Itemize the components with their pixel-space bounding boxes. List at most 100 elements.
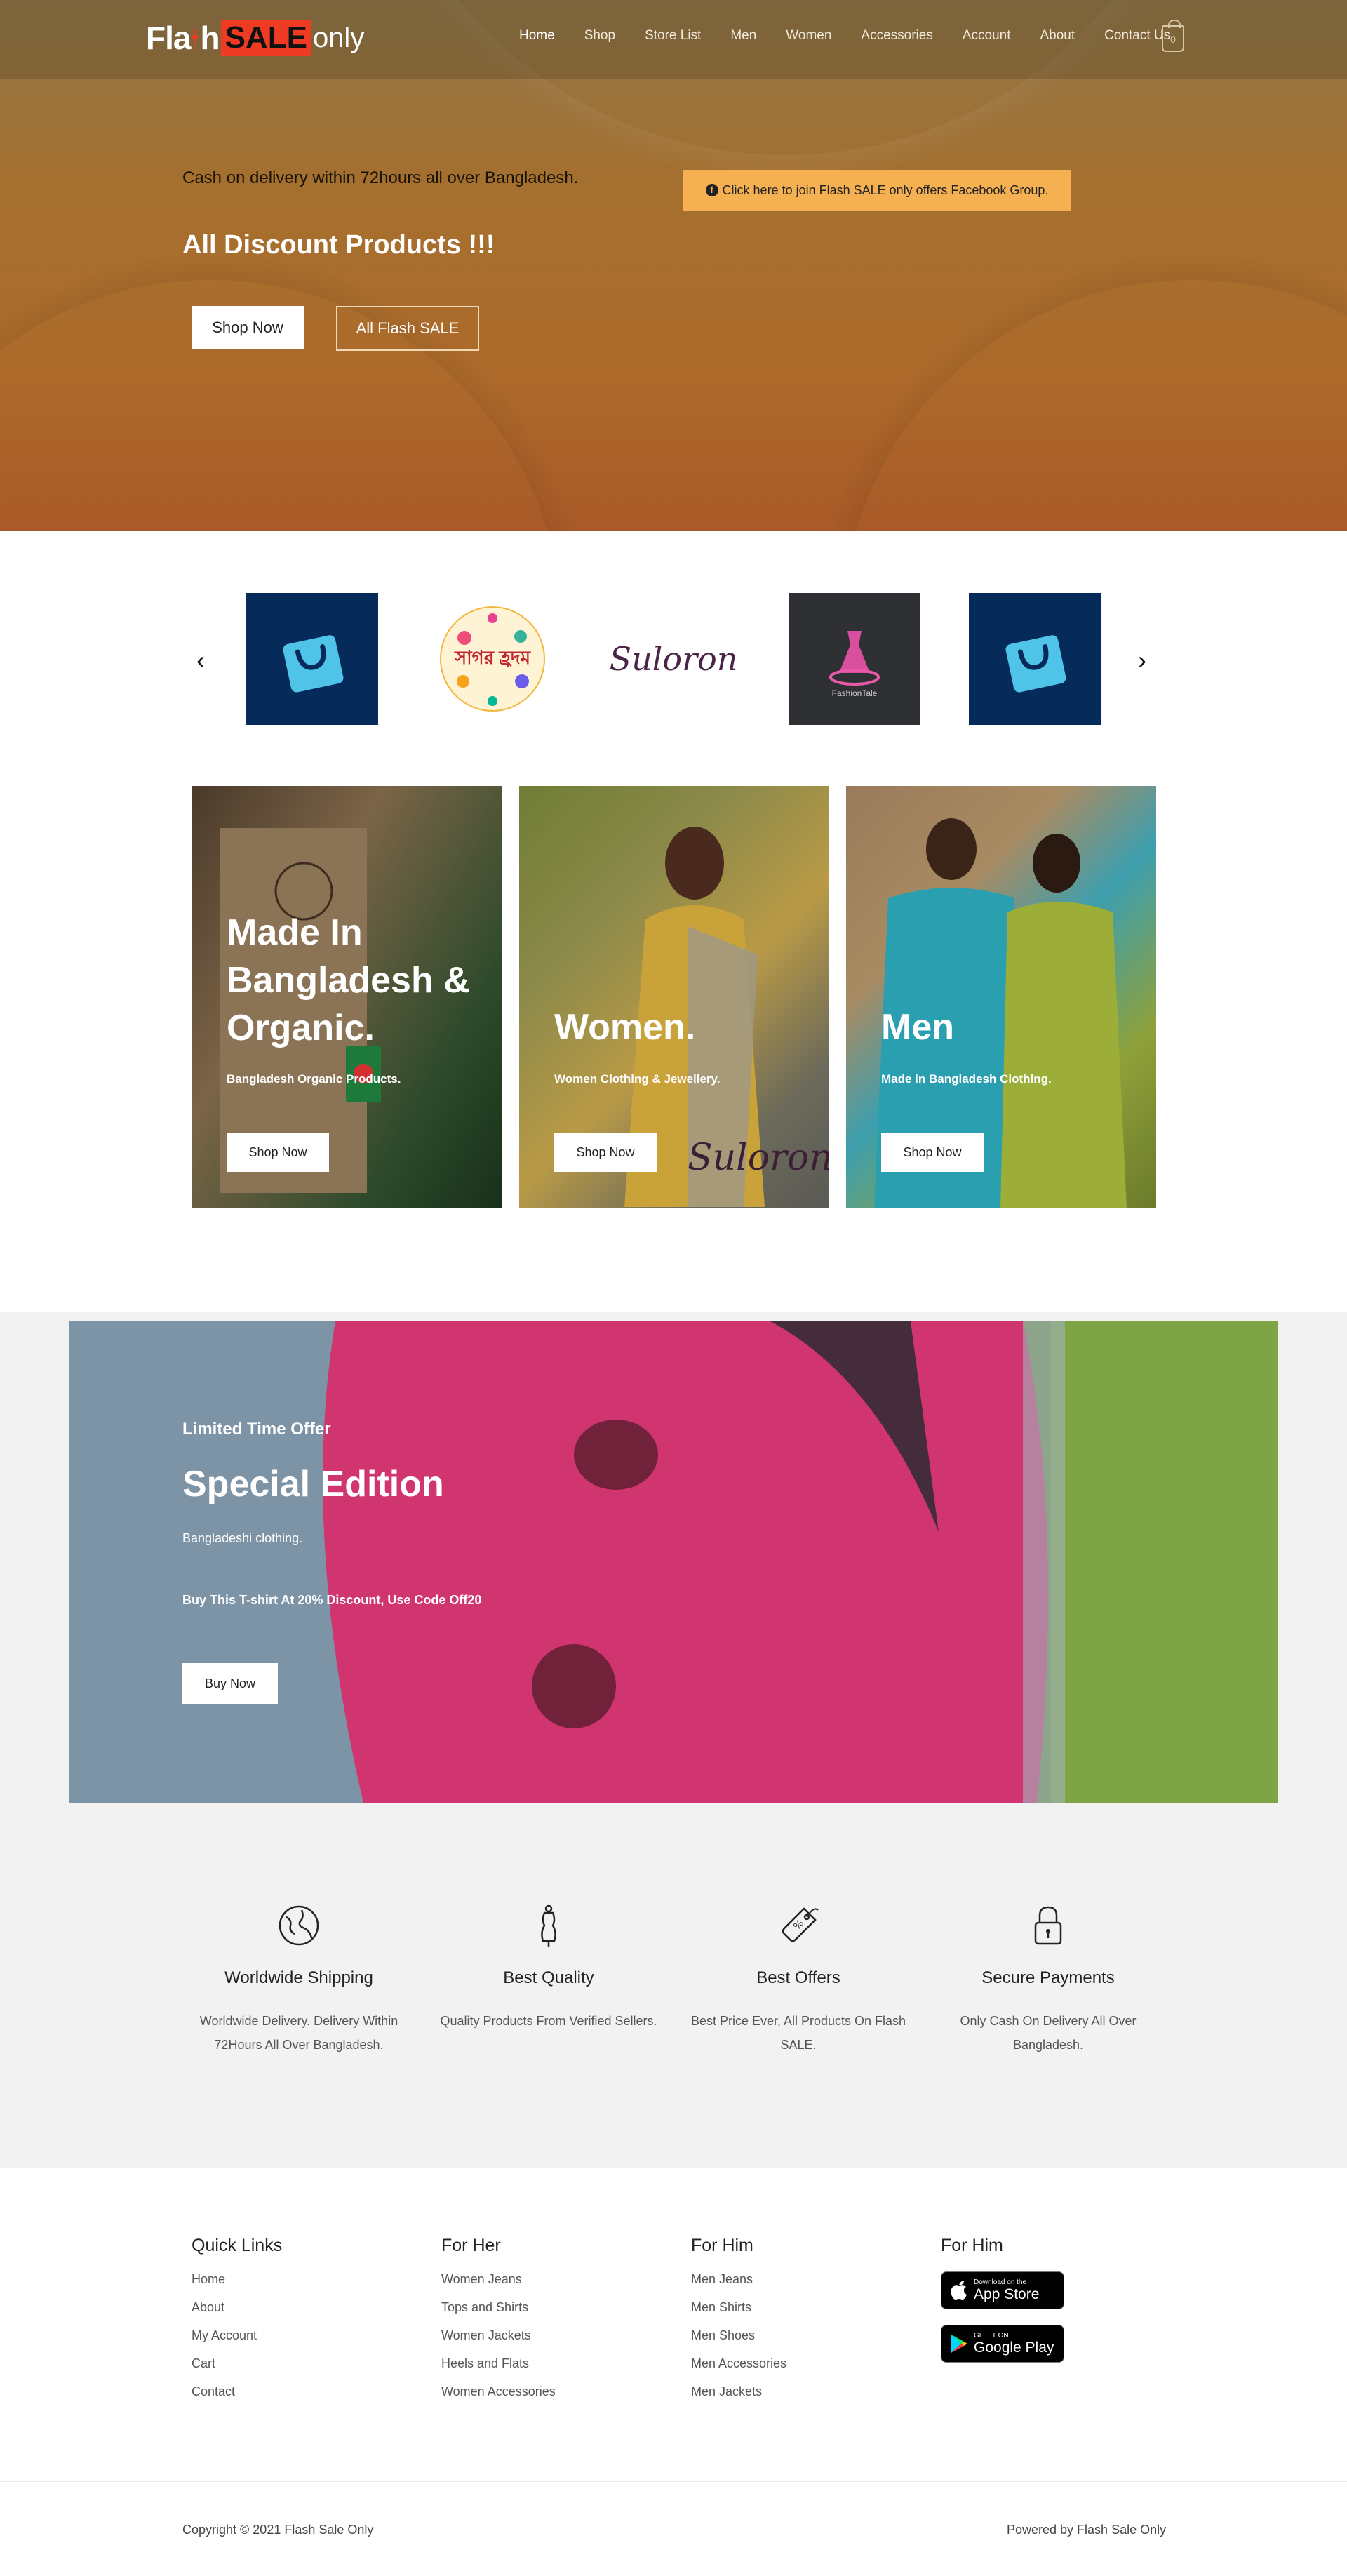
feature-title: Best Offers xyxy=(756,1968,840,1987)
shop-now-button[interactable]: Shop Now xyxy=(881,1133,984,1172)
facebook-group-banner[interactable]: f Click here to join Flash SALE only off… xyxy=(683,170,1071,211)
category-card-men[interactable]: Men Made in Bangladesh Clothing. Shop No… xyxy=(846,786,1156,1208)
card-subtitle: Bangladesh Organic Products. xyxy=(227,1072,401,1086)
nav-women[interactable]: Women xyxy=(786,28,831,44)
main-nav: Home Shop Store List Men Women Accessori… xyxy=(519,28,1200,44)
copyright-text: Copyright © 2021 Flash Sale Only xyxy=(182,2523,374,2537)
brand-shopping-bag-2[interactable] xyxy=(969,593,1101,725)
footer-for-him: For Him Men Jeans Men Shirts Men Shoes M… xyxy=(691,2236,786,2412)
card-subtitle: Women Clothing & Jewellery. xyxy=(554,1072,721,1086)
cart-icon[interactable]: 0 xyxy=(1162,20,1184,52)
feature-desc: Quality Products From Verified Sellers. xyxy=(440,2014,657,2028)
shop-now-button[interactable]: Shop Now xyxy=(227,1133,329,1172)
footer-link-men-shirts[interactable]: Men Shirts xyxy=(691,2300,786,2315)
chevron-right-icon[interactable]: › xyxy=(1138,646,1146,675)
feature-title: Best Quality xyxy=(503,1968,594,1987)
footer-link-women-accessories[interactable]: Women Accessories xyxy=(441,2384,556,2399)
footer-link-women-jeans[interactable]: Women Jeans xyxy=(441,2271,556,2287)
footer-heading: For Her xyxy=(441,2236,501,2255)
padlock-icon xyxy=(1034,1906,1062,1945)
card-subtitle: Made in Bangladesh Clothing. xyxy=(881,1072,1052,1086)
suloron-watermark: Suloron xyxy=(688,1137,829,1179)
footer-link-my-account[interactable]: My Account xyxy=(192,2328,282,2343)
header-bar: Fla h SALE only Home Shop Store List Men… xyxy=(0,0,1347,79)
brand-shopping-bag[interactable] xyxy=(246,593,378,725)
category-card-women[interactable]: Women. Women Clothing & Jewellery. Shop … xyxy=(519,786,829,1208)
shop-now-button[interactable]: Shop Now xyxy=(192,306,304,349)
nav-contact[interactable]: Contact Us xyxy=(1104,28,1170,44)
special-subtitle: Bangladeshi clothing. xyxy=(182,1531,303,1545)
feature-title: Secure Payments xyxy=(981,1968,1115,1987)
hero-title: All Discount Products !!! xyxy=(182,230,495,260)
footer-heading: For Him xyxy=(941,2236,1003,2255)
feature-best-offers: % Best Offers Best Price Ever, All Produ… xyxy=(679,1903,918,2057)
footer-link-men-shoes[interactable]: Men Shoes xyxy=(691,2328,786,2343)
powered-by-text: Powered by Flash Sale Only xyxy=(1007,2523,1167,2537)
feature-desc: Worldwide Delivery. Delivery Within 72Ho… xyxy=(199,2014,398,2052)
nav-home[interactable]: Home xyxy=(519,28,555,44)
chevron-left-icon[interactable]: ‹ xyxy=(196,646,205,675)
brand-sagar-tudhm[interactable]: সাগর হ্রদম xyxy=(427,593,558,725)
special-background-art xyxy=(69,1321,1278,1803)
delivery-text: Cash on delivery within 72hours all over… xyxy=(182,168,579,187)
nav-men[interactable]: Men xyxy=(730,28,756,44)
special-label: Limited Time Offer xyxy=(182,1420,331,1439)
footer-link-about[interactable]: About xyxy=(192,2300,282,2315)
facebook-icon: f xyxy=(705,184,718,196)
google-play-badge[interactable]: GET IT ON Google Play xyxy=(941,2325,1064,2363)
footer-link-home[interactable]: Home xyxy=(192,2271,282,2287)
suloron-text: Suloron xyxy=(609,640,738,678)
google-play-icon xyxy=(951,2335,967,2353)
shopping-bag-icon xyxy=(1005,635,1066,693)
feature-desc: Best Price Ever, All Products On Flash S… xyxy=(690,2014,906,2052)
feature-desc: Only Cash On Delivery All Over Banglades… xyxy=(960,2014,1137,2052)
buy-now-button[interactable]: Buy Now xyxy=(182,1663,278,1704)
footer-link-women-jackets[interactable]: Women Jackets xyxy=(441,2328,556,2343)
footer-link-heels-flats[interactable]: Heels and Flats xyxy=(441,2356,556,2371)
brand-suloron[interactable]: Suloron xyxy=(608,593,739,725)
footer-heading: Quick Links xyxy=(192,2236,283,2255)
hero-section: Fla h SALE only Home Shop Store List Men… xyxy=(0,0,1347,531)
card-title: Women. xyxy=(554,1007,696,1048)
nav-account[interactable]: Account xyxy=(963,28,1011,44)
mannequin-icon xyxy=(541,1904,556,1947)
special-promo: Buy This T-shirt At 20% Discount, Use Co… xyxy=(182,1593,482,1607)
fashion-tale-text: FashionTale xyxy=(831,688,878,698)
card-title: Made In Bangladesh & Organic. xyxy=(227,912,470,1048)
footer-heading: For Him xyxy=(691,2236,753,2255)
site-logo[interactable]: Fla h SALE only xyxy=(146,18,364,58)
shopping-bag-icon xyxy=(283,635,344,693)
brand-fashion-tale[interactable]: FashionTale xyxy=(789,593,920,725)
footer-link-cart[interactable]: Cart xyxy=(192,2356,282,2371)
globe-icon xyxy=(279,1905,319,1946)
footer-divider xyxy=(0,2481,1347,2482)
apple-icon xyxy=(951,2281,967,2300)
feature-secure-payments: Secure Payments Only Cash On Delivery Al… xyxy=(929,1903,1167,2057)
category-card-organic[interactable]: Made In Bangladesh & Organic. Bangladesh… xyxy=(192,786,502,1208)
all-flash-sale-button[interactable]: All Flash SALE xyxy=(336,306,479,351)
sagar-tudhm-text: সাগর হ্রদম xyxy=(454,647,531,668)
special-title: Special Edition xyxy=(182,1464,444,1504)
feature-title: Worldwide Shipping xyxy=(224,1968,373,1987)
footer-for-her: For Her Women Jeans Tops and Shirts Wome… xyxy=(441,2236,556,2412)
nav-store-list[interactable]: Store List xyxy=(645,28,701,44)
nav-shop[interactable]: Shop xyxy=(584,28,615,44)
special-edition-banner xyxy=(69,1321,1278,1803)
footer-link-men-accessories[interactable]: Men Accessories xyxy=(691,2356,786,2371)
facebook-banner-text: Click here to join Flash SALE only offer… xyxy=(722,182,1049,197)
footer-link-contact[interactable]: Contact xyxy=(192,2384,282,2399)
flash-bolt-icon xyxy=(192,25,199,51)
footer-link-tops-shirts[interactable]: Tops and Shirts xyxy=(441,2300,556,2315)
feature-best-quality: Best Quality Quality Products From Verif… xyxy=(429,1903,668,2033)
footer-link-men-jackets[interactable]: Men Jackets xyxy=(691,2384,786,2399)
price-tag-icon: % xyxy=(782,1907,819,1942)
footer-quick-links: Quick Links Home About My Account Cart C… xyxy=(192,2236,282,2412)
shop-now-button[interactable]: Shop Now xyxy=(554,1133,657,1172)
app-store-badge[interactable]: Download on the App Store xyxy=(941,2271,1064,2309)
footer-apps: For Him Download on the App Store GET IT… xyxy=(941,2236,1064,2378)
footer-link-men-jeans[interactable]: Men Jeans xyxy=(691,2271,786,2287)
nav-accessories[interactable]: Accessories xyxy=(861,28,932,44)
nav-about[interactable]: About xyxy=(1040,28,1075,44)
card-title: Men xyxy=(881,1007,954,1048)
feature-worldwide-shipping: Worldwide Shipping Worldwide Delivery. D… xyxy=(180,1903,418,2057)
